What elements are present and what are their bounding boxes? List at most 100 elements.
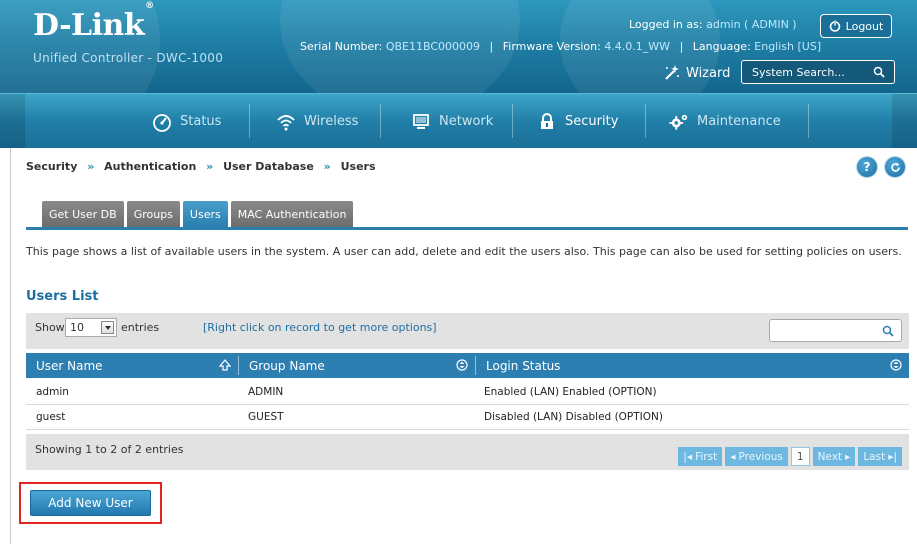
refresh-button[interactable] <box>885 157 905 177</box>
cell-login-status: Enabled (LAN) Enabled (OPTION) <box>484 386 657 398</box>
main-navigation: Status Wireless Network Security Mainten… <box>0 93 917 148</box>
next-page-icon: ▸ <box>845 450 851 463</box>
help-button[interactable]: ? <box>857 157 877 177</box>
info-separator: | <box>679 40 684 53</box>
cell-group-name: ADMIN <box>248 386 284 398</box>
show-label: Show <box>35 321 65 334</box>
breadcrumb: Security » Authentication » User Databas… <box>26 160 376 173</box>
column-header-group-name[interactable]: Group Name <box>239 353 475 378</box>
language-label: Language: <box>692 40 751 53</box>
info-separator: | <box>489 40 494 53</box>
nav-item-network[interactable]: Network <box>411 94 493 149</box>
breadcrumb-separator: » <box>206 160 214 173</box>
nav-label: Status <box>180 114 222 129</box>
logged-in-info: Logged in as: admin ( ADMIN ) <box>629 18 797 31</box>
nav-divider <box>380 104 381 138</box>
firmware-value: 4.4.0.1_WW <box>604 40 671 53</box>
nav-label: Network <box>439 114 494 129</box>
nav-label: Maintenance <box>697 114 781 129</box>
app-header: D-Link® Unified Controller - DWC-1000 Se… <box>0 0 917 93</box>
product-name: Unified Controller - DWC-1000 <box>33 51 224 65</box>
pager-page[interactable]: 1 <box>790 447 810 466</box>
language-value[interactable]: English [US] <box>754 40 821 53</box>
tab-underline <box>26 227 908 230</box>
logout-label: Logout <box>845 19 884 33</box>
table-search-input[interactable] <box>769 319 902 342</box>
tab-mac-authentication[interactable]: MAC Authentication <box>230 201 354 227</box>
wifi-icon <box>277 114 295 130</box>
wizard-label: Wizard <box>686 65 731 81</box>
breadcrumb-item[interactable]: Security <box>26 160 77 173</box>
sort-icon <box>890 359 902 371</box>
previous-page-icon: ◂ <box>730 450 736 463</box>
cell-group-name: GUEST <box>248 411 284 423</box>
column-header-label: Group Name <box>249 358 325 373</box>
lock-icon <box>541 112 553 129</box>
nav-edge <box>0 94 25 148</box>
pager-label: First <box>695 450 718 463</box>
serial-value: QBE11BC000009 <box>385 40 481 53</box>
nav-edge <box>892 94 917 148</box>
logged-in-user: admin ( ADMIN ) <box>706 18 797 31</box>
cell-user-name: guest <box>36 411 66 423</box>
add-new-user-button[interactable]: Add New User <box>30 490 151 516</box>
context-menu-hint: [Right click on record to get more optio… <box>203 321 437 334</box>
system-search-input[interactable]: System Search... <box>741 60 895 84</box>
sort-icon <box>456 359 468 371</box>
entries-select[interactable]: 10 <box>65 318 117 337</box>
page-description: This page shows a list of available user… <box>26 245 902 258</box>
tab-bar: Get User DB Groups Users MAC Authenticat… <box>42 201 354 227</box>
pager-label: Previous <box>738 450 783 463</box>
wizard-link[interactable]: Wizard <box>662 64 730 82</box>
table-row[interactable]: guest GUEST Disabled (LAN) Disabled (OPT… <box>26 405 909 429</box>
nav-divider <box>249 104 250 138</box>
breadcrumb-item[interactable]: User Database <box>223 160 314 173</box>
power-icon <box>829 20 840 32</box>
firmware-label: Firmware Version: <box>502 40 601 53</box>
tab-get-user-db[interactable]: Get User DB <box>42 201 124 227</box>
breadcrumb-item[interactable]: Authentication <box>104 160 196 173</box>
refresh-icon <box>890 162 900 172</box>
nav-label: Wireless <box>304 114 359 129</box>
column-header-label: Login Status <box>486 358 561 373</box>
column-header-user-name[interactable]: User Name <box>26 353 238 378</box>
pager-label: Next <box>817 450 843 463</box>
breadcrumb-separator: » <box>323 160 331 173</box>
pager-first[interactable]: |◂ First <box>678 447 723 466</box>
nav-divider <box>512 104 513 138</box>
pager-previous[interactable]: ◂ Previous <box>725 447 788 466</box>
search-icon <box>882 325 894 337</box>
nav-label: Security <box>565 114 619 129</box>
pager-next[interactable]: Next ▸ <box>812 447 856 466</box>
content-border <box>10 148 11 544</box>
tab-groups[interactable]: Groups <box>126 201 180 227</box>
wand-icon <box>665 65 679 80</box>
monitor-icon <box>413 113 429 129</box>
column-header-login-status[interactable]: Login Status <box>476 353 909 378</box>
pager-last[interactable]: Last ▸| <box>858 447 902 466</box>
first-page-icon: |◂ <box>683 450 693 463</box>
gauge-icon <box>153 113 171 132</box>
pagination: |◂ First ◂ Previous 1 Next ▸ Last ▸| <box>678 447 902 466</box>
table-footer: Showing 1 to 2 of 2 entries |◂ First ◂ P… <box>26 434 909 470</box>
table-row[interactable]: admin ADMIN Enabled (LAN) Enabled (OPTIO… <box>26 380 909 404</box>
entries-select-value: 10 <box>70 321 84 334</box>
cell-login-status: Disabled (LAN) Disabled (OPTION) <box>484 411 663 423</box>
chevron-down-icon[interactable] <box>101 321 114 334</box>
serial-label: Serial Number: <box>300 40 383 53</box>
pager-label: Last <box>863 450 886 463</box>
tab-users[interactable]: Users <box>182 201 228 227</box>
gears-icon <box>669 114 688 130</box>
entries-label: entries <box>121 321 160 334</box>
system-search-placeholder: System Search... <box>752 65 845 79</box>
search-icon[interactable] <box>873 66 885 78</box>
nav-item-maintenance[interactable]: Maintenance <box>669 94 781 149</box>
table-header: User Name Group Name Login Status <box>26 353 909 378</box>
logout-button[interactable]: Logout <box>820 14 892 38</box>
breadcrumb-separator: » <box>87 160 95 173</box>
brand-logo: D-Link® <box>33 1 154 43</box>
nav-item-security[interactable]: Security <box>537 94 618 149</box>
entries-count: Showing 1 to 2 of 2 entries <box>35 443 184 456</box>
nav-item-status[interactable]: Status <box>152 94 221 149</box>
nav-item-wireless[interactable]: Wireless <box>276 94 358 149</box>
